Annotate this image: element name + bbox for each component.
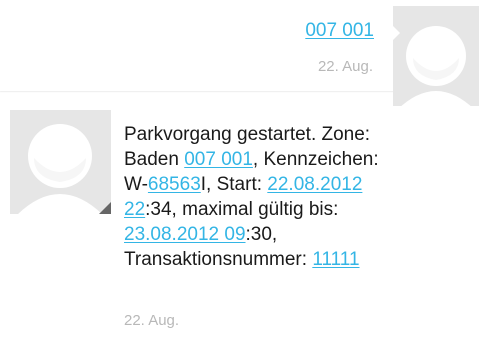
outgoing-message-link[interactable]: 007 001 — [305, 20, 374, 42]
message-link[interactable]: 22.08.2012 — [267, 174, 362, 195]
message-text-segment: :34, maximal gültig bis: — [145, 199, 339, 220]
message-text-segment: W- — [124, 174, 148, 195]
incoming-bubble-tail — [111, 126, 118, 140]
message-link[interactable]: 68563 — [148, 174, 201, 195]
message-text-segment: :30, — [245, 224, 278, 245]
contact-avatar-icon — [397, 26, 475, 110]
message-link[interactable]: 22 — [124, 199, 145, 220]
message-text-segment: I, Start: — [200, 174, 268, 195]
contact-avatar[interactable] — [10, 110, 111, 214]
contact-avatar-icon — [18, 124, 102, 214]
incoming-message-date: 22. Aug. — [124, 312, 180, 329]
message-text-segment: Transaktionsnummer: — [124, 249, 313, 270]
message-text-segment: Baden — [124, 149, 185, 170]
message-link[interactable]: 23.08.2012 09 — [124, 224, 246, 245]
message-link[interactable]: 11111 — [312, 249, 359, 270]
message-link[interactable]: 007 001 — [184, 149, 253, 170]
message-text-segment: , Kennzeichen: — [252, 149, 379, 170]
message-text-segment: Parkvorgang gestartet. Zone: — [124, 124, 371, 145]
sender-avatar[interactable] — [393, 6, 479, 110]
avatar-corner-marker — [99, 202, 111, 214]
incoming-message-text: Parkvorgang gestartet. Zone: Baden 007 00… — [124, 122, 474, 272]
outgoing-message-date: 22. Aug. — [317, 58, 373, 75]
outgoing-bubble-tail — [393, 26, 400, 40]
